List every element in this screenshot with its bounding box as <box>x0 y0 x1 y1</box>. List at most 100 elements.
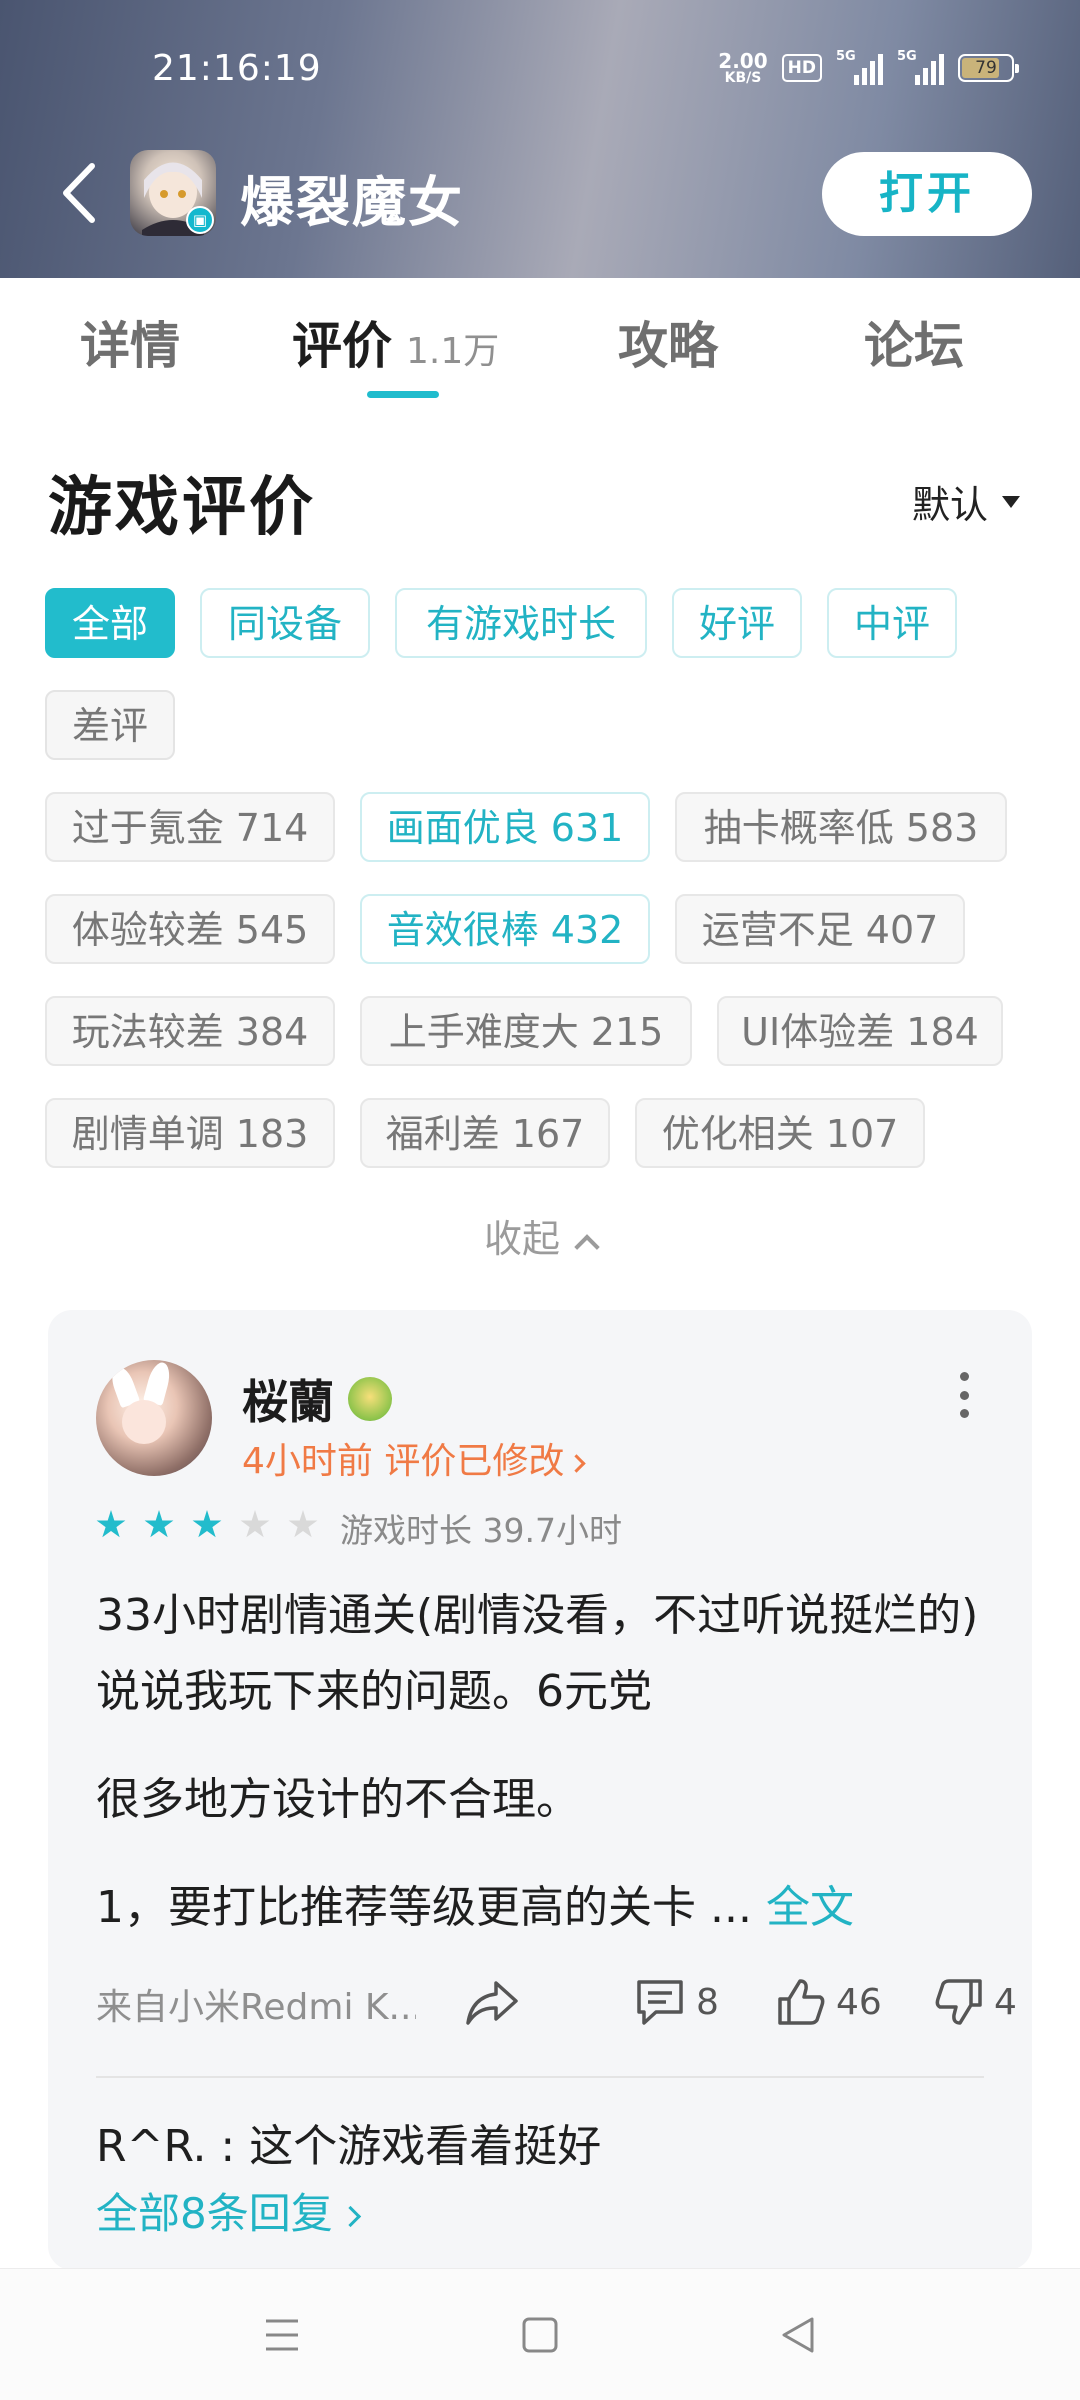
tab-guides[interactable]: 攻略 <box>618 306 718 378</box>
filter-has-playtime[interactable]: 有游戏时长 <box>395 588 647 658</box>
tag-chip[interactable]: 音效很棒 432 <box>360 894 650 964</box>
tag-chip[interactable]: 抽卡概率低 583 <box>675 792 1007 862</box>
app-title: 爆裂魔女 <box>240 171 464 234</box>
tag-chip[interactable]: 运营不足 407 <box>675 894 965 964</box>
system-nav-bar <box>0 2268 1080 2400</box>
comment-icon <box>637 1980 683 2025</box>
device-source: 来自小米Redmi K... <box>96 1987 416 2028</box>
avatar[interactable] <box>96 1360 212 1476</box>
status-bar: 21:16:19 2.00 KB/S HD 5G 5G 79 <box>0 0 1080 140</box>
chevron-right-icon <box>567 1454 587 1473</box>
active-tab-indicator <box>367 391 439 398</box>
back-nav-button[interactable] <box>768 2309 828 2361</box>
full-text-link[interactable]: 全文 <box>766 1882 854 1933</box>
tab-details[interactable]: 详情 <box>80 306 180 378</box>
dot <box>959 1390 969 1400</box>
star-filled-icon <box>144 1510 174 1538</box>
all-replies-text: 全部8条回复 <box>96 2189 333 2238</box>
comment-count: 8 <box>696 1981 719 2023</box>
network-speed: 2.00 KB/S <box>718 48 768 86</box>
review-paragraph: 很多地方设计的不合理。 <box>96 1774 580 1825</box>
review-meta-text: 4小时前 评价已修改 <box>242 1441 565 1482</box>
home-square-icon <box>522 2317 558 2353</box>
tag-chip[interactable]: UI体验差 184 <box>717 996 1003 1066</box>
tag-chip[interactable]: 福利差 167 <box>360 1098 610 1168</box>
filter-negative[interactable]: 差评 <box>45 690 175 760</box>
star-empty-icon <box>288 1510 318 1538</box>
tab-forum[interactable]: 论坛 <box>864 306 964 378</box>
signal-icon-2: 5G <box>897 49 944 85</box>
signal-label-2: 5G <box>897 49 917 64</box>
chevron-left-icon <box>63 163 95 223</box>
status-icons: 2.00 KB/S HD 5G 5G 79 <box>718 48 1019 88</box>
tag-chip[interactable]: 体验较差 545 <box>45 894 335 964</box>
thumbs-down-icon <box>935 1979 982 2025</box>
avatar-ear <box>142 1360 174 1406</box>
filter-positive[interactable]: 好评 <box>672 588 802 658</box>
tab-reviews[interactable]: 评价 1.1万 <box>292 306 499 378</box>
chevron-right-icon <box>339 2205 361 2228</box>
reviewer-name-text: 桜蘭 <box>242 1375 334 1429</box>
tv-badge-icon: ▣ <box>186 206 214 234</box>
all-replies-link[interactable]: 全部8条回复 <box>96 2180 361 2241</box>
tag-chip[interactable]: 过于氪金 714 <box>45 792 335 862</box>
collapse-label: 收起 <box>483 1217 560 1261</box>
like-button[interactable]: 46 <box>776 1972 882 2032</box>
tag-chip[interactable]: 优化相关 107 <box>635 1098 925 1168</box>
star-rating <box>96 1510 318 1540</box>
signal-label: 5G <box>836 49 856 64</box>
caret-down-icon <box>1002 495 1020 508</box>
star-empty-icon <box>240 1510 270 1538</box>
reviewer-name[interactable]: 桜蘭 <box>242 1366 392 1432</box>
review-meta[interactable]: 4小时前 评价已修改 <box>242 1432 587 1484</box>
user-badge-icon <box>348 1377 392 1421</box>
comment-button[interactable]: 8 <box>634 1972 719 2032</box>
review-paragraph-text: 1，要打比推荐等级更高的关卡 ... <box>96 1882 752 1933</box>
review-card[interactable]: 桜蘭 4小时前 评价已修改 游戏时长 39.7小时 33小时剧情通关(剧情没看，… <box>48 1310 1032 2270</box>
chevron-up-icon <box>574 1234 600 1260</box>
home-button[interactable] <box>510 2309 570 2361</box>
tag-chip[interactable]: 剧情单调 183 <box>45 1098 335 1168</box>
back-button[interactable] <box>58 158 118 228</box>
hd-icon: HD <box>781 54 822 82</box>
filter-neutral[interactable]: 中评 <box>827 588 957 658</box>
tag-chip[interactable]: 上手难度大 215 <box>360 996 692 1066</box>
menu-icon <box>266 2319 298 2351</box>
menu-button[interactable] <box>252 2309 312 2361</box>
app-header: 21:16:19 2.00 KB/S HD 5G 5G 79 ▣ 爆裂魔女 打开 <box>0 0 1080 278</box>
open-button[interactable]: 打开 <box>822 152 1032 236</box>
collapse-toggle[interactable]: 收起 <box>0 1208 1080 1263</box>
tag-chip[interactable]: 画面优良 631 <box>360 792 650 862</box>
share-button[interactable] <box>464 1972 520 2032</box>
avatar-face <box>122 1400 166 1444</box>
more-options-button[interactable] <box>954 1372 974 1418</box>
dislike-button[interactable]: 4 <box>934 1972 1017 2032</box>
review-paragraph-truncated: 1，要打比推荐等级更高的关卡 ... 全文 <box>96 1870 996 1946</box>
like-count: 46 <box>836 1981 882 2023</box>
share-icon <box>466 1981 518 2025</box>
app-icon[interactable]: ▣ <box>130 150 216 236</box>
divider <box>96 2076 984 2078</box>
review-content[interactable]: 33小时剧情通关(剧情没看，不过听说挺烂的)说说我玩下来的问题。6元党 很多地方… <box>96 1578 996 1978</box>
top-reply[interactable]: R^R. : 这个游戏看着挺好 <box>96 2110 601 2174</box>
status-time: 21:16:19 <box>152 48 322 89</box>
filter-all[interactable]: 全部 <box>45 588 175 658</box>
dot <box>959 1372 969 1381</box>
tab-bar: 详情 评价 1.1万 攻略 论坛 <box>0 278 1080 408</box>
battery-icon: 79 <box>958 54 1019 82</box>
signal-icon: 5G <box>836 49 883 85</box>
sort-label: 默认 <box>911 483 988 527</box>
tab-reviews-label: 评价 <box>292 317 392 375</box>
network-speed-value: 2.00 <box>718 48 768 73</box>
filter-same-device[interactable]: 同设备 <box>200 588 370 658</box>
star-filled-icon <box>96 1510 126 1538</box>
thumbs-up-icon <box>778 1979 825 2025</box>
network-speed-unit: KB/S <box>724 69 762 86</box>
sort-dropdown[interactable]: 默认 <box>912 474 1020 529</box>
section-title: 游戏评价 <box>48 471 316 545</box>
tag-chip[interactable]: 玩法较差 384 <box>45 996 335 1066</box>
back-triangle-icon <box>782 2317 814 2353</box>
star-filled-icon <box>192 1510 222 1538</box>
playtime: 游戏时长 39.7小时 <box>340 1511 622 1550</box>
dislike-count: 4 <box>994 1981 1017 2023</box>
